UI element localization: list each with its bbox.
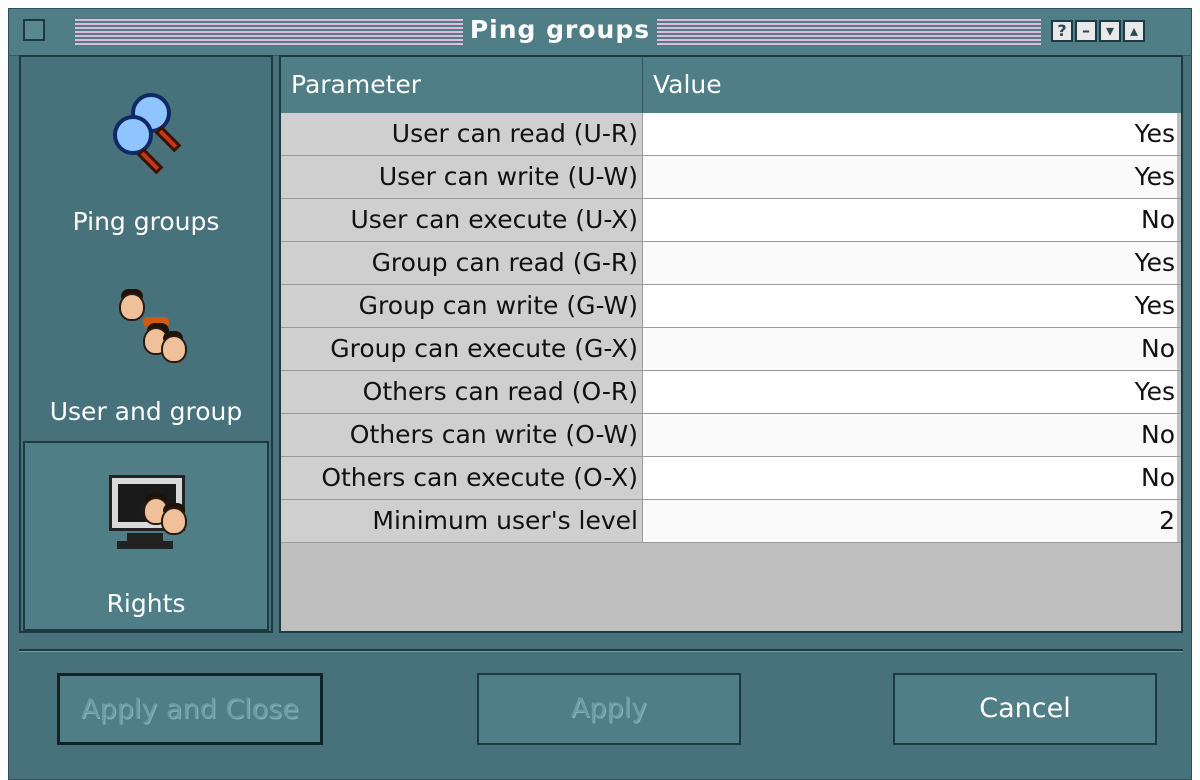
sidebar-item-label: Ping groups [72,207,220,236]
value-cell[interactable]: 2 [643,500,1177,542]
column-header-value[interactable]: Value [643,57,1179,113]
table-header: Parameter Value [281,57,1181,113]
value-cell[interactable]: No [643,414,1177,456]
table-row[interactable]: Others can read (O-R) Yes [281,371,1181,414]
parameter-cell: Minimum user's level [281,500,643,542]
monitor-users-icon [109,475,193,555]
cancel-button[interactable]: Cancel [893,673,1157,745]
column-header-parameter[interactable]: Parameter [281,57,643,113]
category-sidebar: Ping groups User and group Rights [19,55,273,633]
button-divider [19,649,1183,652]
value-cell[interactable]: Yes [643,371,1177,413]
title-stripes-right [657,19,1041,45]
maximize-button[interactable]: ▴ [1123,20,1145,42]
table-row[interactable]: Group can read (G-R) Yes [281,242,1181,285]
shade-down-button[interactable]: ▾ [1099,20,1121,42]
title-stripes-left [75,19,463,45]
minimize-button[interactable]: – [1075,20,1097,42]
table-row[interactable]: Group can write (G-W) Yes [281,285,1181,328]
table-row[interactable]: Minimum user's level 2 [281,500,1181,543]
table-row[interactable]: User can read (U-R) Yes [281,113,1181,156]
value-cell[interactable]: Yes [643,113,1177,155]
parameter-cell: Group can execute (G-X) [281,328,643,370]
value-cell[interactable]: No [643,199,1177,241]
sidebar-item-label: User and group [49,397,243,426]
parameter-cell: User can execute (U-X) [281,199,643,241]
parameter-cell: Group can write (G-W) [281,285,643,327]
parameter-cell: Group can read (G-R) [281,242,643,284]
value-cell[interactable]: Yes [643,156,1177,198]
sidebar-item-rights[interactable]: Rights [23,441,269,631]
parameter-cell: Others can write (O-W) [281,414,643,456]
table-row[interactable]: Others can write (O-W) No [281,414,1181,457]
apply-and-close-button[interactable]: Apply and Close [57,673,323,745]
parameter-cell: User can read (U-R) [281,113,643,155]
parameter-cell: User can write (U-W) [281,156,643,198]
table-row[interactable]: User can execute (U-X) No [281,199,1181,242]
title-bar[interactable]: Ping groups ? – ▾ ▴ [9,9,1191,56]
value-cell[interactable]: Yes [643,242,1177,284]
magnifier-icon [113,93,193,175]
window-menu-button[interactable] [23,19,45,41]
ping-groups-window: Ping groups ? – ▾ ▴ Ping groups User and… [8,8,1192,780]
sidebar-item-label: Rights [106,589,186,618]
table-row[interactable]: Group can execute (G-X) No [281,328,1181,371]
apply-button[interactable]: Apply [477,673,741,745]
help-button[interactable]: ? [1051,20,1073,42]
users-icon [113,289,193,367]
parameter-cell: Others can execute (O-X) [281,457,643,499]
table-rows: User can read (U-R) Yes User can write (… [281,113,1181,543]
value-cell[interactable]: No [643,328,1177,370]
sidebar-item-ping-groups[interactable]: Ping groups [21,57,271,247]
window-title: Ping groups [469,15,651,44]
parameter-table: Parameter Value User can read (U-R) Yes … [279,55,1183,633]
parameter-cell: Others can read (O-R) [281,371,643,413]
value-cell[interactable]: No [643,457,1177,499]
sidebar-item-user-and-group[interactable]: User and group [21,247,271,439]
value-cell[interactable]: Yes [643,285,1177,327]
table-row[interactable]: User can write (U-W) Yes [281,156,1181,199]
table-row[interactable]: Others can execute (O-X) No [281,457,1181,500]
